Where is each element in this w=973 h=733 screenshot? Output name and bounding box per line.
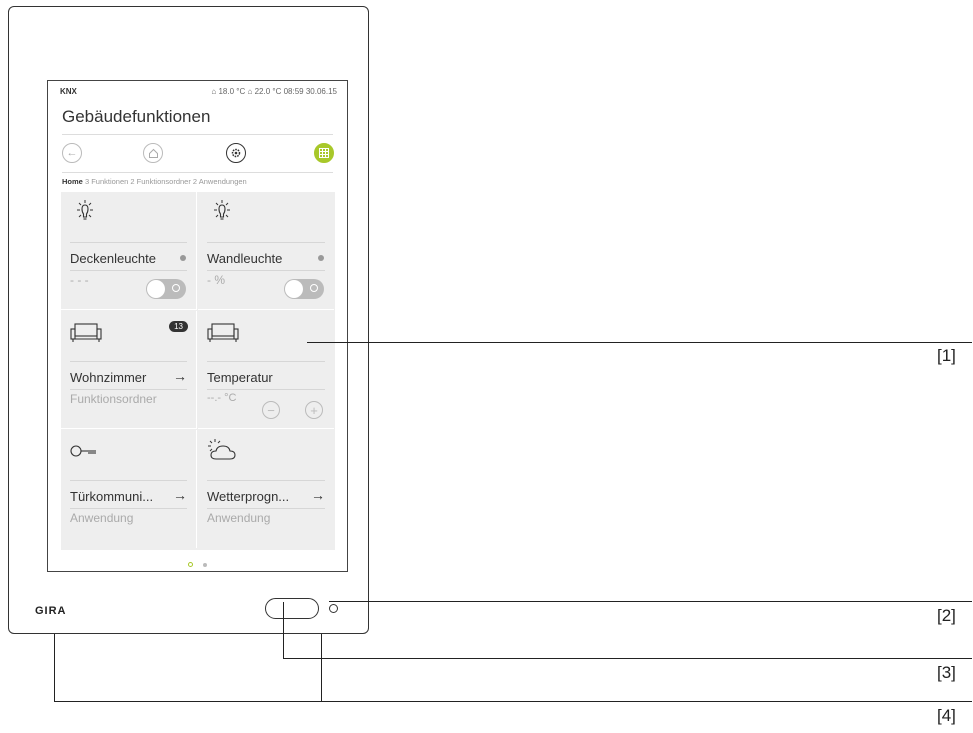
tile-name: Türkommuni... [70,489,154,504]
tile-value: - - - [70,273,89,287]
outdoor-temp: 18.0 °C [218,87,246,96]
divider [70,361,187,362]
tile-name: Wetterprogn... [207,489,290,504]
tile-deckenleuchte[interactable]: Deckenleuchte - - - [61,192,197,310]
bulb-icon [214,200,230,220]
tile-tuerkommunikation[interactable]: Türkommuni... → Anwendung [61,430,197,548]
callout-3: [3] [937,663,956,682]
leader-line-4-vertical-right [321,634,322,702]
divider [207,242,325,243]
status-bar: KNX ⌂ 18.0 °C ⌂ 22.0 °C 08:59 30.06.15 [48,81,347,101]
divider [70,389,187,390]
arrow-right-icon: → [311,487,325,503]
divider [207,361,325,362]
tile-name: Wandleuchte [207,251,283,266]
off-indicator-icon [172,284,180,292]
brand-logo: GIRA [35,605,67,617]
tile-name: Deckenleuchte [70,251,156,266]
divider [207,270,325,271]
bulb-icon [77,200,93,220]
status-dot [180,255,186,261]
plus-icon: + [310,402,318,418]
leader-line-2 [329,601,972,602]
home-icon [148,148,158,158]
tile-grid: Deckenleuchte - - - Wandleuchte - % 13 W… [61,192,335,550]
breadcrumb: Home 3 Funktionen 2 Funktionsordner 2 An… [62,177,247,186]
item-count-badge: 13 [169,321,188,332]
toggle-switch[interactable] [284,279,324,299]
home-button[interactable] [265,598,319,619]
clock: 08:59 [283,87,304,96]
toggle-knob [285,280,303,298]
leader-line-4-vertical-left [54,634,55,702]
minus-icon: − [267,402,275,418]
leader-line-3 [283,658,972,659]
off-indicator-icon [310,284,318,292]
breadcrumb-home[interactable]: Home [62,177,83,186]
status-values: ⌂ 18.0 °C ⌂ 22.0 °C 08:59 30.06.15 [211,87,337,96]
grid-icon [319,148,329,158]
sofa-icon [207,323,239,342]
page-dot-active[interactable] [187,562,193,567]
temperature-value: --.- °C [207,392,237,404]
callout-2: [2] [937,606,956,625]
tile-type: Funktionsordner [70,392,157,406]
proximity-sensor [329,604,338,613]
page-title: Gebäudefunktionen [62,107,211,126]
page-dot[interactable] [203,563,208,567]
arrow-right-icon: → [173,487,187,503]
indoor-temp: 22.0 °C [254,87,282,96]
leader-line-1 [307,342,972,343]
divider [62,172,333,173]
toggle-switch[interactable] [146,279,186,299]
divider [207,508,325,509]
divider [70,508,187,509]
gear-icon [231,148,241,158]
breadcrumb-summary: 3 Funktionen 2 Funktionsordner 2 Anwendu… [84,177,247,186]
settings-button[interactable] [226,143,246,163]
nav-bar: ← [62,139,334,169]
divider [207,480,325,481]
tile-temperatur[interactable]: Temperatur --.- °C − + [198,311,334,429]
sofa-icon [70,323,102,342]
tile-wohnzimmer[interactable]: 13 Wohnzimmer → Funktionsordner [61,311,197,429]
tile-wetterprognose[interactable]: Wetterprogn... → Anwendung [198,430,334,548]
tile-name: Temperatur [207,370,273,385]
outdoor-temp-icon: ⌂ [211,87,217,96]
back-arrow-icon: ← [66,147,78,159]
leader-line-4 [54,701,972,702]
knx-label: KNX [60,87,77,96]
callout-1: [1] [937,346,956,365]
touch-screen: KNX ⌂ 18.0 °C ⌂ 22.0 °C 08:59 30.06.15 G… [47,80,348,572]
date: 30.06.15 [305,87,337,96]
divider [70,480,187,481]
tile-type: Anwendung [70,511,134,525]
callout-4: [4] [937,706,956,725]
tile-wandleuchte[interactable]: Wandleuchte - % [198,192,334,310]
grid-view-button[interactable] [314,143,334,163]
status-dot [318,255,324,261]
page-indicator [48,554,347,571]
tile-type: Anwendung [207,511,271,525]
back-button[interactable]: ← [62,143,82,163]
key-icon [70,445,96,457]
divider [70,270,187,271]
divider [207,389,325,390]
weather-icon [208,439,236,460]
divider [62,134,333,135]
increase-button[interactable]: + [305,401,323,419]
home-button-screen[interactable] [143,143,163,163]
decrease-button[interactable]: − [262,401,280,419]
tile-name: Wohnzimmer [70,370,147,385]
arrow-right-icon: → [173,368,187,384]
toggle-knob [147,280,165,298]
divider [70,242,187,243]
leader-line-3-vertical [283,602,284,659]
indoor-temp-icon: ⌂ [247,87,253,96]
device-frame: KNX ⌂ 18.0 °C ⌂ 22.0 °C 08:59 30.06.15 G… [8,6,369,634]
tile-value: - % [207,273,225,287]
